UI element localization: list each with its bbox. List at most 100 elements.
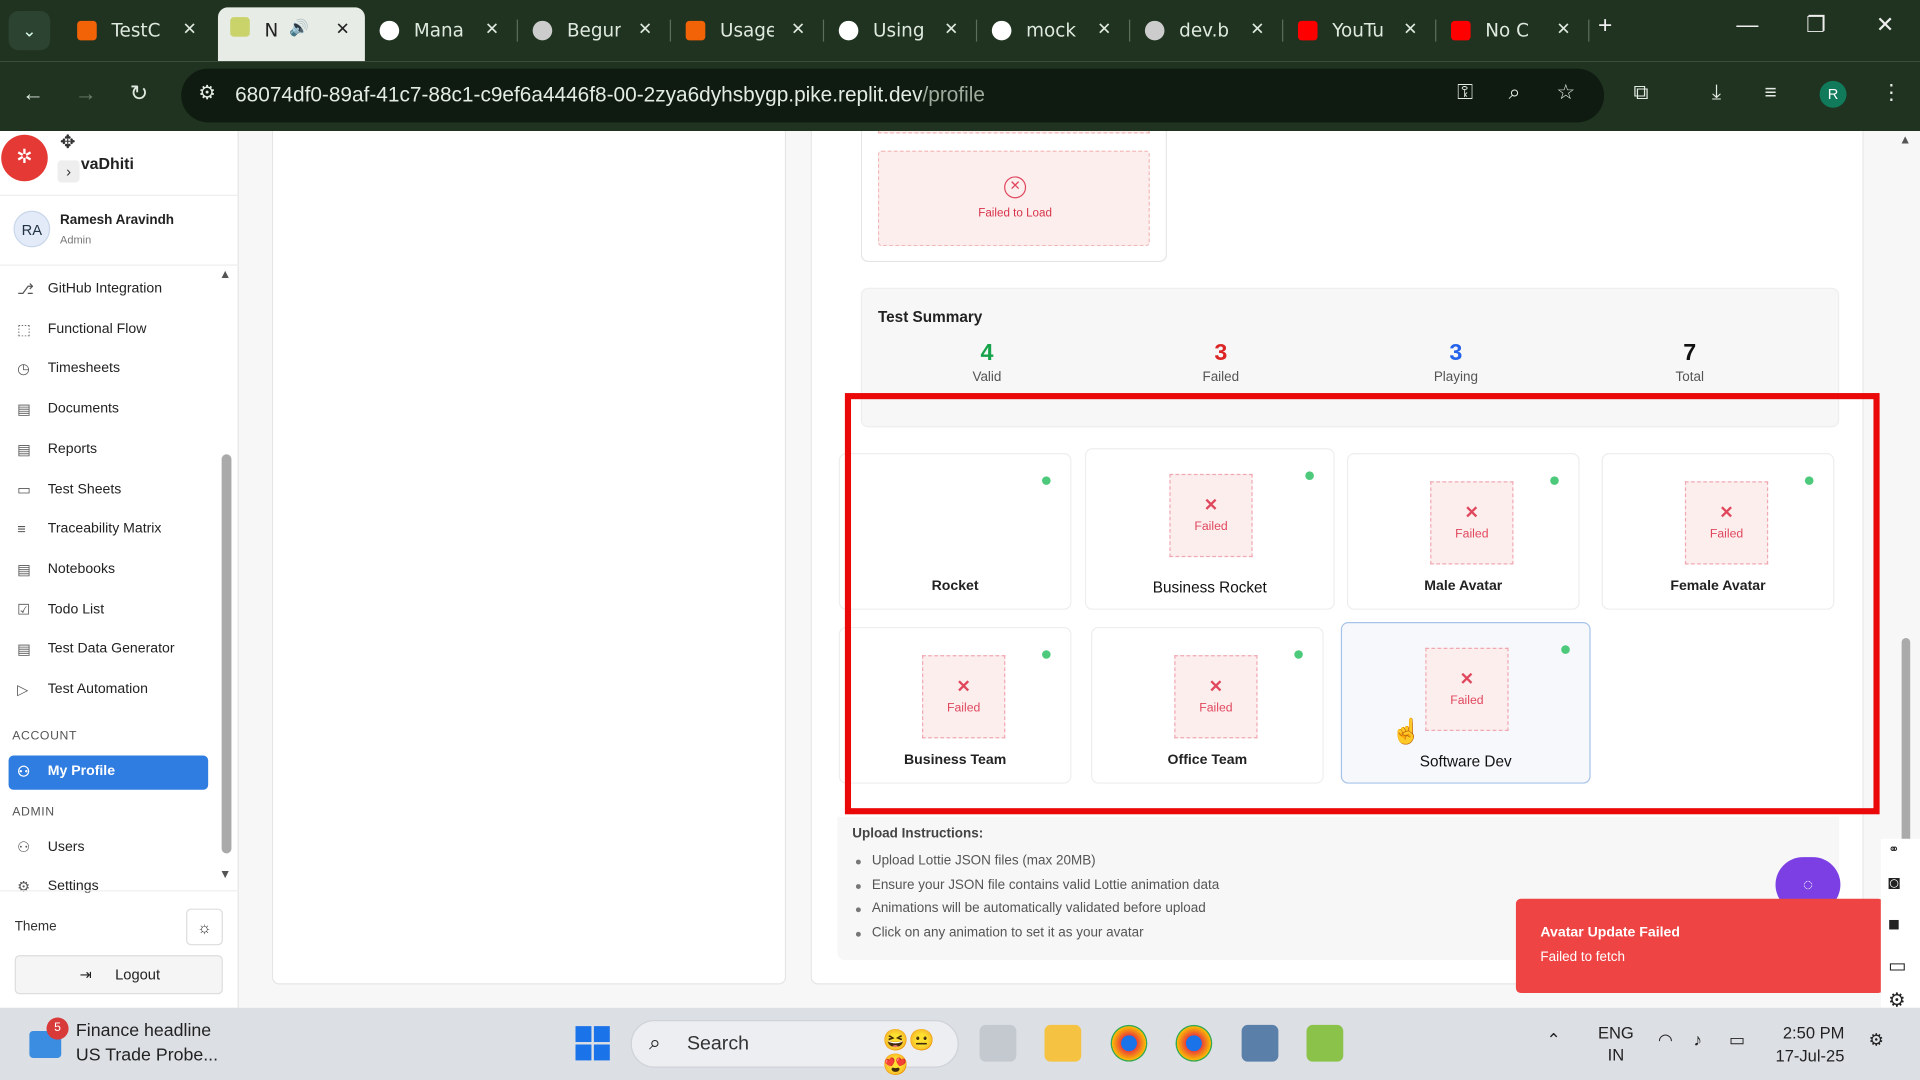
downloads-icon[interactable]: ⤓ <box>1712 81 1721 105</box>
app-icon[interactable] <box>1241 1024 1279 1062</box>
file-explorer-icon[interactable] <box>1044 1024 1082 1062</box>
sidebar-item-test-sheets[interactable]: ▭ Test Sheets <box>0 473 218 507</box>
stat-label: Playing <box>1433 369 1478 385</box>
logout-button[interactable]: ⇥ Logout <box>14 955 223 995</box>
zoom-icon[interactable]: ⌕ <box>1509 81 1521 105</box>
sidebar-item-label: Notebooks <box>47 561 116 577</box>
taskbar-search[interactable]: ⌕ Search 😆😐😍 <box>630 1020 959 1076</box>
close-tab-icon[interactable]: ✕ <box>1403 18 1417 39</box>
profile-avatar[interactable]: R <box>1819 80 1847 108</box>
notification-icon[interactable]: ⚙ <box>1869 1030 1884 1051</box>
sidebar-item-functional-flow[interactable]: ⬚ Functional Flow <box>0 313 218 347</box>
sidebar-item-notebooks[interactable]: ▤ Notebooks <box>0 553 218 587</box>
language-indicator[interactable]: ENG IN <box>1598 1022 1634 1066</box>
restore-button[interactable]: ❐ <box>1806 12 1826 38</box>
clock[interactable]: 2:50 PM 17-Jul-25 <box>1776 1021 1845 1068</box>
reload-button[interactable]: ↻ <box>130 81 148 107</box>
sidebar-scrollbar[interactable]: ▲ ▼ <box>219 268 232 882</box>
back-button[interactable]: ← <box>22 81 44 107</box>
tab-4[interactable]: Begur ✕ <box>520 11 667 50</box>
news-subtitle[interactable]: US Trade Probe... <box>76 1046 218 1066</box>
sidebar-item-test-data-generator[interactable]: ▤ Test Data Generator <box>0 633 218 667</box>
link-icon[interactable]: ⚭ <box>1888 841 1899 857</box>
scroll-thumb[interactable] <box>221 454 232 854</box>
sidebar-item-users[interactable]: ⚇ Users <box>0 831 218 865</box>
close-tab-icon[interactable]: ✕ <box>485 18 499 39</box>
tab-8[interactable]: dev.b ✕ <box>1133 11 1280 50</box>
tab-7[interactable]: mock ✕ <box>980 11 1127 50</box>
sidebar-item-documents[interactable]: ▤ Documents <box>0 393 218 427</box>
scroll-down-icon[interactable]: ▼ <box>219 868 231 881</box>
gear-icon[interactable]: ⚙ <box>1888 988 1906 1008</box>
chevron-up-icon[interactable]: ⌃ <box>1547 1030 1561 1051</box>
failed-to-load-text: Failed to Load <box>978 206 1052 221</box>
site-info-icon[interactable]: ⚙ <box>198 81 216 105</box>
close-tab-icon[interactable]: ✕ <box>638 18 652 39</box>
sidebar-item-label: Users <box>47 840 85 855</box>
error-toast[interactable]: Avatar Update Failed Failed to fetch <box>1515 898 1884 994</box>
stat-value: 4 <box>980 340 994 367</box>
sidebar-item-reports[interactable]: ▤ Reports <box>0 433 218 467</box>
chrome-icon[interactable] <box>1175 1024 1213 1062</box>
move-icon[interactable]: ✥ <box>60 131 75 153</box>
scroll-up-icon[interactable]: ▲ <box>1899 133 1911 146</box>
tab-10[interactable]: No C ✕ <box>1439 11 1586 50</box>
camera-icon[interactable]: ◙ <box>1888 873 1900 895</box>
tab-search-button[interactable]: ⌄ <box>8 11 51 51</box>
news-title[interactable]: Finance headline <box>76 1021 211 1041</box>
speaker-icon[interactable]: 🔊 <box>289 18 309 38</box>
windows-start-icon[interactable] <box>575 1026 610 1061</box>
theme-toggle-button[interactable]: ☼ <box>186 908 223 946</box>
tab-6[interactable]: Using ✕ <box>827 11 974 50</box>
bug-report-icon[interactable]: ✲ <box>1 134 48 182</box>
close-tab-icon[interactable]: ✕ <box>944 18 958 39</box>
sidebar-item-test-automation[interactable]: ▷ Test Automation <box>0 673 218 707</box>
sidebar-item-github-integration[interactable]: ⎇ GitHub Integration <box>0 273 218 307</box>
sidebar-item-timesheets[interactable]: ◷ Timesheets <box>0 353 218 387</box>
stat-value: 7 <box>1683 340 1697 367</box>
close-tab-icon[interactable]: ✕ <box>1556 18 1570 39</box>
tab-3[interactable]: Mana ✕ <box>367 11 514 50</box>
media-control-icon[interactable]: ≡ <box>1764 81 1776 105</box>
stat-valid: 4 Valid <box>913 340 1060 384</box>
snipping-tool-icon[interactable] <box>1306 1024 1344 1062</box>
scroll-up-icon[interactable]: ▲ <box>219 268 231 281</box>
sidebar-item-todo-list[interactable]: ☑ Todo List <box>0 593 218 627</box>
close-tab-icon[interactable]: ✕ <box>336 18 350 39</box>
extensions-icon[interactable]: ⧉ <box>1633 81 1648 105</box>
close-tab-icon[interactable]: ✕ <box>182 18 196 39</box>
forward-button[interactable]: → <box>75 81 97 107</box>
chevron-right-icon[interactable]: › <box>57 160 80 183</box>
bookmark-star-icon[interactable]: ☆ <box>1556 81 1575 105</box>
github-icon <box>379 20 400 41</box>
close-window-button[interactable]: ✕ <box>1876 12 1894 38</box>
minimize-button[interactable]: — <box>1736 12 1758 38</box>
replit-icon <box>77 20 97 41</box>
tab-separator <box>516 19 518 42</box>
tab-2[interactable]: N 🔊 ✕ <box>217 7 365 62</box>
tab-1[interactable]: TestC ✕ <box>65 11 212 50</box>
sidebar-item-my-profile[interactable]: ⚇ My Profile <box>8 755 209 790</box>
tab-title: mock <box>1026 19 1077 42</box>
sidebar-item-traceability-matrix[interactable]: ≡ Traceability Matrix <box>0 513 218 547</box>
user-card[interactable]: RA Ramesh Aravindh Admin <box>0 194 239 266</box>
url-text: 68074df0-89af-41c7-88c1-c9ef6a4446f8-00-… <box>235 83 986 107</box>
browser-menu-icon[interactable]: ⋮ <box>1881 81 1902 105</box>
tab-5[interactable]: Usage ✕ <box>673 11 820 50</box>
close-tab-icon[interactable]: ✕ <box>1250 18 1264 39</box>
instructions-list: Upload Lottie JSON files (max 20MB) Ensur… <box>855 853 1219 950</box>
battery-icon[interactable]: ▭ <box>1729 1030 1745 1051</box>
tab-9[interactable]: YouTu ✕ <box>1286 11 1433 50</box>
wifi-icon[interactable]: ◠ <box>1658 1030 1673 1051</box>
instruction-item: Click on any animation to set it as your… <box>855 926 1219 950</box>
chrome-icon[interactable] <box>1110 1024 1148 1062</box>
address-bar[interactable]: ⚙ 68074df0-89af-41c7-88c1-c9ef6a4446f8-0… <box>181 68 1605 123</box>
video-icon[interactable]: ■ <box>1888 915 1900 937</box>
password-key-icon[interactable]: ⚿ <box>1457 81 1473 105</box>
close-tab-icon[interactable]: ✕ <box>1097 18 1111 39</box>
new-tab-button[interactable]: + <box>1598 12 1612 40</box>
window-icon[interactable]: ▭ <box>1888 954 1907 978</box>
volume-icon[interactable]: ♪ <box>1693 1030 1702 1050</box>
task-view-icon[interactable] <box>979 1024 1017 1062</box>
close-tab-icon[interactable]: ✕ <box>791 18 805 39</box>
